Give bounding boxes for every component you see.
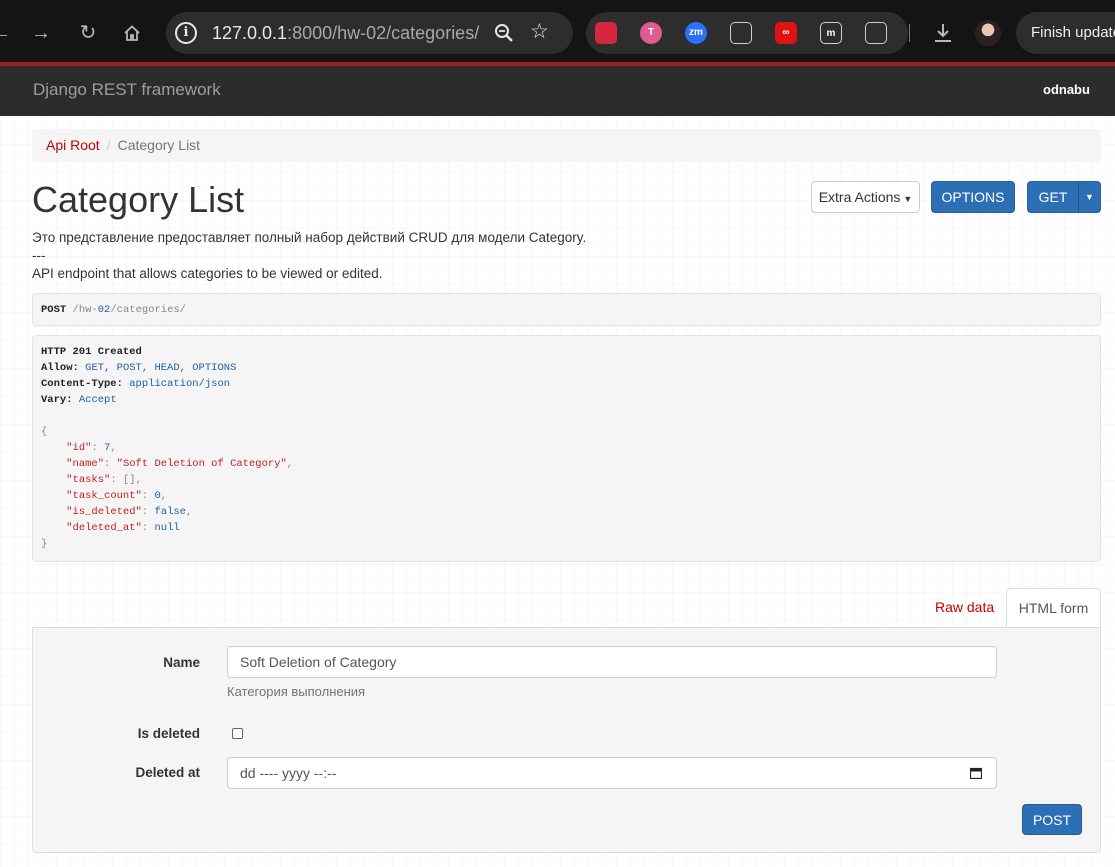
deleted-at-label: Deleted at bbox=[135, 765, 200, 780]
description-line: API endpoint that allows categories to b… bbox=[32, 266, 383, 281]
header-value: GET, POST, HEAD, OPTIONS bbox=[85, 362, 237, 374]
description-line: --- bbox=[32, 248, 46, 263]
json-key: "tasks" bbox=[66, 474, 111, 486]
extra-actions-label: Extra Actions bbox=[818, 189, 901, 205]
json-value: [] bbox=[122, 474, 136, 486]
breadcrumb-api-root[interactable]: Api Root bbox=[46, 137, 100, 153]
response-status: HTTP 201 Created bbox=[41, 346, 142, 358]
page-title: Category List bbox=[32, 179, 245, 220]
back-arrow-icon[interactable]: ← bbox=[0, 18, 16, 48]
header-value: Accept bbox=[78, 394, 117, 406]
request-method: POST bbox=[41, 304, 67, 316]
view-description: Это представление предоставляет полный н… bbox=[32, 229, 586, 283]
options-button[interactable]: OPTIONS bbox=[931, 181, 1015, 213]
home-icon[interactable] bbox=[117, 18, 147, 48]
caret-down-icon: ▼ bbox=[903, 194, 913, 204]
breadcrumb: Api Root / Category List bbox=[32, 129, 1101, 162]
deleted-at-datetime-input[interactable]: dd ---- yyyy --:-- bbox=[227, 757, 997, 789]
extensions-bar: Tzm ∞ m bbox=[586, 12, 908, 54]
infinity-extension-icon[interactable]: ∞ bbox=[775, 22, 797, 44]
toolbar-divider bbox=[909, 24, 910, 42]
site-info-icon[interactable]: i bbox=[175, 22, 197, 44]
tab-raw-data[interactable]: Raw data bbox=[935, 599, 994, 615]
m-extension-icon[interactable]: m bbox=[820, 22, 842, 44]
json-key: "task_count" bbox=[66, 490, 142, 502]
json-key: "id" bbox=[66, 442, 92, 454]
request-info: POST /hw-02/categories/ bbox=[32, 293, 1101, 326]
colorful-t-extension-icon[interactable]: T bbox=[640, 22, 662, 44]
zoom-icon[interactable] bbox=[492, 21, 516, 45]
header-name: Vary bbox=[41, 394, 67, 406]
name-input[interactable]: Soft Deletion of Category bbox=[227, 646, 997, 678]
request-line: POST /hw-02/categories/ bbox=[41, 302, 1092, 318]
url-text[interactable]: 127.0.0.1:8000/hw-02/categories/ bbox=[212, 23, 479, 44]
get-button[interactable]: GET bbox=[1027, 181, 1079, 213]
reload-icon[interactable]: ↻ bbox=[73, 18, 103, 48]
tab-html-form[interactable]: HTML form bbox=[1006, 588, 1101, 628]
deleted-at-placeholder: dd ---- yyyy --:-- bbox=[240, 765, 337, 781]
zoom-extension-icon[interactable]: zm bbox=[685, 22, 707, 44]
json-key: "name" bbox=[66, 458, 105, 470]
browser-toolbar: ← → ↻ i 127.0.0.1:8000/hw-02/categories/… bbox=[0, 0, 1115, 62]
response-headers: HTTP 201 Created Allow: GET, POST, HEAD,… bbox=[41, 346, 294, 550]
download-icon[interactable] bbox=[930, 20, 956, 46]
puzzle-extensions-icon[interactable] bbox=[865, 22, 887, 44]
response-info: HTTP 201 Created Allow: GET, POST, HEAD,… bbox=[32, 335, 1101, 562]
address-bar[interactable]: i 127.0.0.1:8000/hw-02/categories/ ☆ bbox=[166, 12, 573, 54]
json-key: "is_deleted" bbox=[66, 506, 142, 518]
json-value: "Soft Deletion of Category" bbox=[116, 458, 287, 470]
request-path-number: 02 bbox=[97, 304, 111, 316]
is-deleted-checkbox[interactable] bbox=[232, 728, 243, 739]
user-menu[interactable]: odnabu bbox=[1043, 82, 1090, 97]
json-value: false bbox=[154, 506, 186, 518]
megaphone-extension-icon[interactable] bbox=[730, 22, 752, 44]
is-deleted-label: Is deleted bbox=[137, 726, 200, 741]
page-content: Api Root / Category List Category List Ext… bbox=[0, 116, 1115, 867]
calendar-icon[interactable] bbox=[970, 767, 982, 779]
header-name: Content-Type bbox=[41, 378, 117, 390]
header-name: Allow bbox=[41, 362, 73, 374]
html-form-panel: Name Soft Deletion of Category Категория… bbox=[32, 627, 1101, 853]
caret-down-icon: ▼ bbox=[1085, 192, 1094, 202]
finish-update-button[interactable]: Finish update bbox=[1016, 12, 1115, 54]
request-path-prefix: /hw- bbox=[72, 304, 98, 316]
drf-navbar: Django REST framework odnabu bbox=[0, 66, 1115, 116]
post-submit-button[interactable]: POST bbox=[1022, 804, 1082, 835]
json-value: null bbox=[154, 522, 180, 534]
bookmark-star-icon[interactable]: ☆ bbox=[530, 20, 549, 44]
breadcrumb-current: Category List bbox=[117, 137, 201, 153]
description-line: Это представление предоставляет полный н… bbox=[32, 230, 587, 245]
forward-arrow-icon[interactable]: → bbox=[26, 18, 56, 48]
breadcrumb-separator: / bbox=[106, 137, 111, 153]
json-close-brace: } bbox=[41, 538, 48, 550]
name-help-text: Категория выполнения bbox=[227, 684, 366, 699]
json-key: "deleted_at" bbox=[66, 522, 142, 534]
mendeley-icon[interactable] bbox=[595, 22, 617, 44]
profile-avatar[interactable] bbox=[975, 20, 1001, 46]
name-label: Name bbox=[163, 655, 200, 670]
get-format-dropdown-toggle[interactable]: ▼ bbox=[1078, 181, 1101, 213]
request-path-suffix: /categories/ bbox=[110, 304, 186, 316]
json-open-brace: { bbox=[41, 426, 48, 438]
header-value: application/json bbox=[129, 378, 231, 390]
extra-actions-button[interactable]: Extra Actions ▼ bbox=[811, 181, 920, 213]
brand-link[interactable]: Django REST framework bbox=[33, 80, 221, 100]
